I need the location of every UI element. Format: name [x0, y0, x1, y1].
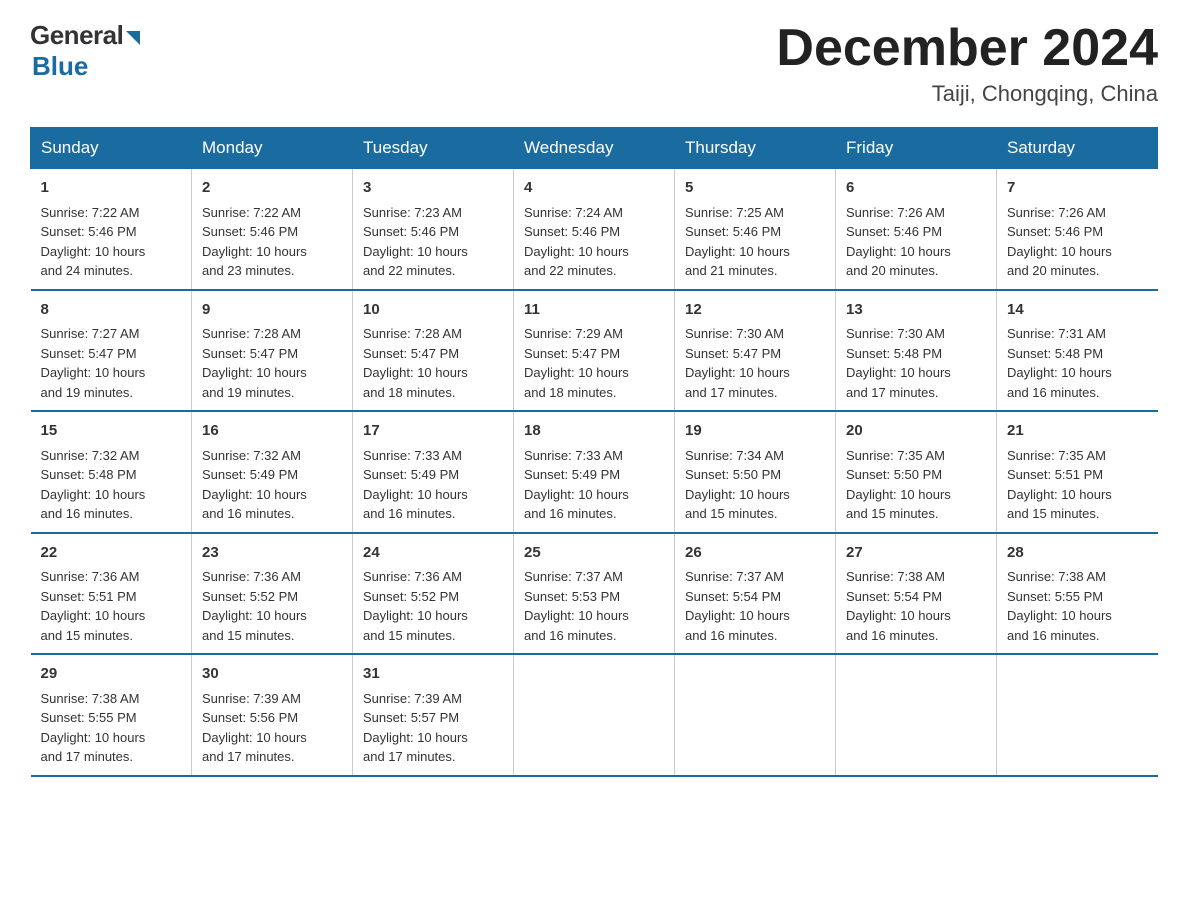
calendar-cell: 30Sunrise: 7:39 AMSunset: 5:56 PMDayligh… — [192, 654, 353, 776]
calendar-cell: 8Sunrise: 7:27 AMSunset: 5:47 PMDaylight… — [31, 290, 192, 412]
calendar-cell: 16Sunrise: 7:32 AMSunset: 5:49 PMDayligh… — [192, 411, 353, 533]
calendar-cell: 18Sunrise: 7:33 AMSunset: 5:49 PMDayligh… — [514, 411, 675, 533]
calendar-cell: 31Sunrise: 7:39 AMSunset: 5:57 PMDayligh… — [353, 654, 514, 776]
day-number: 30 — [202, 663, 342, 686]
calendar-cell: 28Sunrise: 7:38 AMSunset: 5:55 PMDayligh… — [997, 533, 1158, 655]
day-header-saturday: Saturday — [997, 128, 1158, 169]
calendar-cell: 19Sunrise: 7:34 AMSunset: 5:50 PMDayligh… — [675, 411, 836, 533]
day-number: 2 — [202, 177, 342, 200]
day-number: 16 — [202, 420, 342, 443]
calendar-cell: 25Sunrise: 7:37 AMSunset: 5:53 PMDayligh… — [514, 533, 675, 655]
day-number: 3 — [363, 177, 503, 200]
calendar-cell: 10Sunrise: 7:28 AMSunset: 5:47 PMDayligh… — [353, 290, 514, 412]
day-number: 15 — [41, 420, 182, 443]
day-number: 31 — [363, 663, 503, 686]
day-number: 14 — [1007, 299, 1148, 322]
day-number: 10 — [363, 299, 503, 322]
day-number: 27 — [846, 542, 986, 565]
calendar-cell: 9Sunrise: 7:28 AMSunset: 5:47 PMDaylight… — [192, 290, 353, 412]
day-number: 19 — [685, 420, 825, 443]
day-number: 6 — [846, 177, 986, 200]
day-header-sunday: Sunday — [31, 128, 192, 169]
calendar-cell: 23Sunrise: 7:36 AMSunset: 5:52 PMDayligh… — [192, 533, 353, 655]
calendar-cell: 13Sunrise: 7:30 AMSunset: 5:48 PMDayligh… — [836, 290, 997, 412]
calendar-cell: 2Sunrise: 7:22 AMSunset: 5:46 PMDaylight… — [192, 169, 353, 290]
day-header-thursday: Thursday — [675, 128, 836, 169]
day-number: 13 — [846, 299, 986, 322]
title-area: December 2024 Taiji, Chongqing, China — [776, 20, 1158, 107]
day-number: 4 — [524, 177, 664, 200]
calendar-cell — [675, 654, 836, 776]
calendar-cell: 20Sunrise: 7:35 AMSunset: 5:50 PMDayligh… — [836, 411, 997, 533]
calendar-week-row: 29Sunrise: 7:38 AMSunset: 5:55 PMDayligh… — [31, 654, 1158, 776]
calendar-table: SundayMondayTuesdayWednesdayThursdayFrid… — [30, 127, 1158, 777]
calendar-cell: 5Sunrise: 7:25 AMSunset: 5:46 PMDaylight… — [675, 169, 836, 290]
calendar-cell — [836, 654, 997, 776]
calendar-week-row: 8Sunrise: 7:27 AMSunset: 5:47 PMDaylight… — [31, 290, 1158, 412]
calendar-cell: 4Sunrise: 7:24 AMSunset: 5:46 PMDaylight… — [514, 169, 675, 290]
day-header-tuesday: Tuesday — [353, 128, 514, 169]
day-number: 22 — [41, 542, 182, 565]
calendar-header-row: SundayMondayTuesdayWednesdayThursdayFrid… — [31, 128, 1158, 169]
day-number: 12 — [685, 299, 825, 322]
logo-arrow-icon — [126, 31, 140, 45]
day-number: 28 — [1007, 542, 1148, 565]
calendar-cell: 6Sunrise: 7:26 AMSunset: 5:46 PMDaylight… — [836, 169, 997, 290]
calendar-week-row: 15Sunrise: 7:32 AMSunset: 5:48 PMDayligh… — [31, 411, 1158, 533]
calendar-cell: 7Sunrise: 7:26 AMSunset: 5:46 PMDaylight… — [997, 169, 1158, 290]
day-number: 17 — [363, 420, 503, 443]
day-number: 8 — [41, 299, 182, 322]
day-number: 24 — [363, 542, 503, 565]
page-header: General Blue December 2024 Taiji, Chongq… — [30, 20, 1158, 107]
logo-general-text: General — [30, 20, 123, 51]
calendar-cell — [514, 654, 675, 776]
calendar-cell: 21Sunrise: 7:35 AMSunset: 5:51 PMDayligh… — [997, 411, 1158, 533]
day-header-monday: Monday — [192, 128, 353, 169]
day-number: 11 — [524, 299, 664, 322]
calendar-cell: 24Sunrise: 7:36 AMSunset: 5:52 PMDayligh… — [353, 533, 514, 655]
calendar-cell: 3Sunrise: 7:23 AMSunset: 5:46 PMDaylight… — [353, 169, 514, 290]
day-number: 26 — [685, 542, 825, 565]
calendar-cell: 26Sunrise: 7:37 AMSunset: 5:54 PMDayligh… — [675, 533, 836, 655]
calendar-cell: 17Sunrise: 7:33 AMSunset: 5:49 PMDayligh… — [353, 411, 514, 533]
calendar-cell: 11Sunrise: 7:29 AMSunset: 5:47 PMDayligh… — [514, 290, 675, 412]
day-number: 29 — [41, 663, 182, 686]
calendar-cell — [997, 654, 1158, 776]
month-title: December 2024 — [776, 20, 1158, 77]
day-number: 7 — [1007, 177, 1148, 200]
day-number: 1 — [41, 177, 182, 200]
calendar-cell: 15Sunrise: 7:32 AMSunset: 5:48 PMDayligh… — [31, 411, 192, 533]
day-number: 25 — [524, 542, 664, 565]
calendar-cell: 22Sunrise: 7:36 AMSunset: 5:51 PMDayligh… — [31, 533, 192, 655]
calendar-week-row: 22Sunrise: 7:36 AMSunset: 5:51 PMDayligh… — [31, 533, 1158, 655]
calendar-cell: 12Sunrise: 7:30 AMSunset: 5:47 PMDayligh… — [675, 290, 836, 412]
day-number: 18 — [524, 420, 664, 443]
day-number: 21 — [1007, 420, 1148, 443]
logo: General Blue — [30, 20, 140, 82]
day-header-wednesday: Wednesday — [514, 128, 675, 169]
calendar-cell: 14Sunrise: 7:31 AMSunset: 5:48 PMDayligh… — [997, 290, 1158, 412]
calendar-cell: 1Sunrise: 7:22 AMSunset: 5:46 PMDaylight… — [31, 169, 192, 290]
location: Taiji, Chongqing, China — [776, 81, 1158, 107]
calendar-cell: 29Sunrise: 7:38 AMSunset: 5:55 PMDayligh… — [31, 654, 192, 776]
calendar-cell: 27Sunrise: 7:38 AMSunset: 5:54 PMDayligh… — [836, 533, 997, 655]
day-number: 9 — [202, 299, 342, 322]
day-number: 23 — [202, 542, 342, 565]
day-header-friday: Friday — [836, 128, 997, 169]
calendar-week-row: 1Sunrise: 7:22 AMSunset: 5:46 PMDaylight… — [31, 169, 1158, 290]
day-number: 5 — [685, 177, 825, 200]
day-number: 20 — [846, 420, 986, 443]
logo-blue-text: Blue — [30, 51, 88, 81]
